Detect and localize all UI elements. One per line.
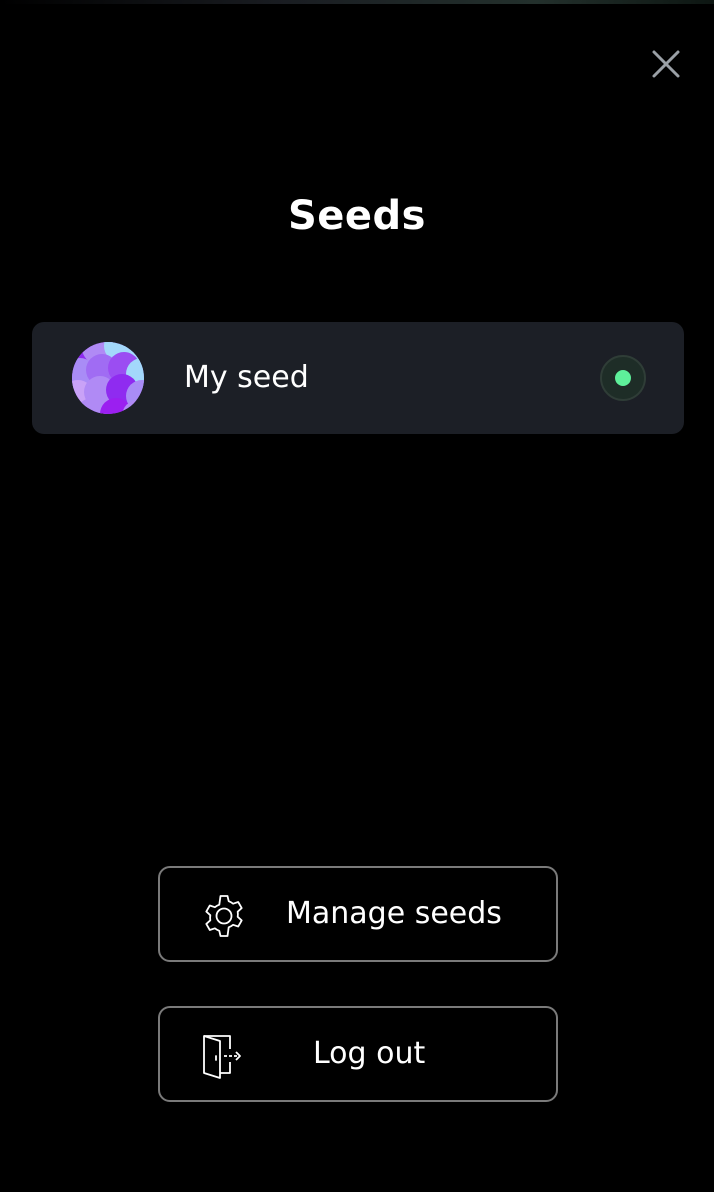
- log-out-label: Log out: [313, 1036, 426, 1071]
- radio-dot: [615, 370, 631, 386]
- door-exit-icon: [203, 1035, 241, 1079]
- close-icon: [652, 50, 680, 78]
- manage-seeds-label: Manage seeds: [286, 896, 502, 931]
- page-title: Seeds: [287, 193, 426, 239]
- seed-selected-radio[interactable]: [600, 355, 646, 401]
- top-glow-line: [0, 0, 714, 4]
- seed-name: My seed: [184, 360, 309, 395]
- gear-icon: [205, 895, 243, 937]
- close-button[interactable]: [646, 44, 686, 84]
- seed-list-item[interactable]: My seed: [32, 322, 684, 434]
- seed-avatar: [72, 342, 144, 414]
- manage-seeds-button[interactable]: Manage seeds: [158, 866, 558, 962]
- log-out-button[interactable]: Log out: [158, 1006, 558, 1102]
